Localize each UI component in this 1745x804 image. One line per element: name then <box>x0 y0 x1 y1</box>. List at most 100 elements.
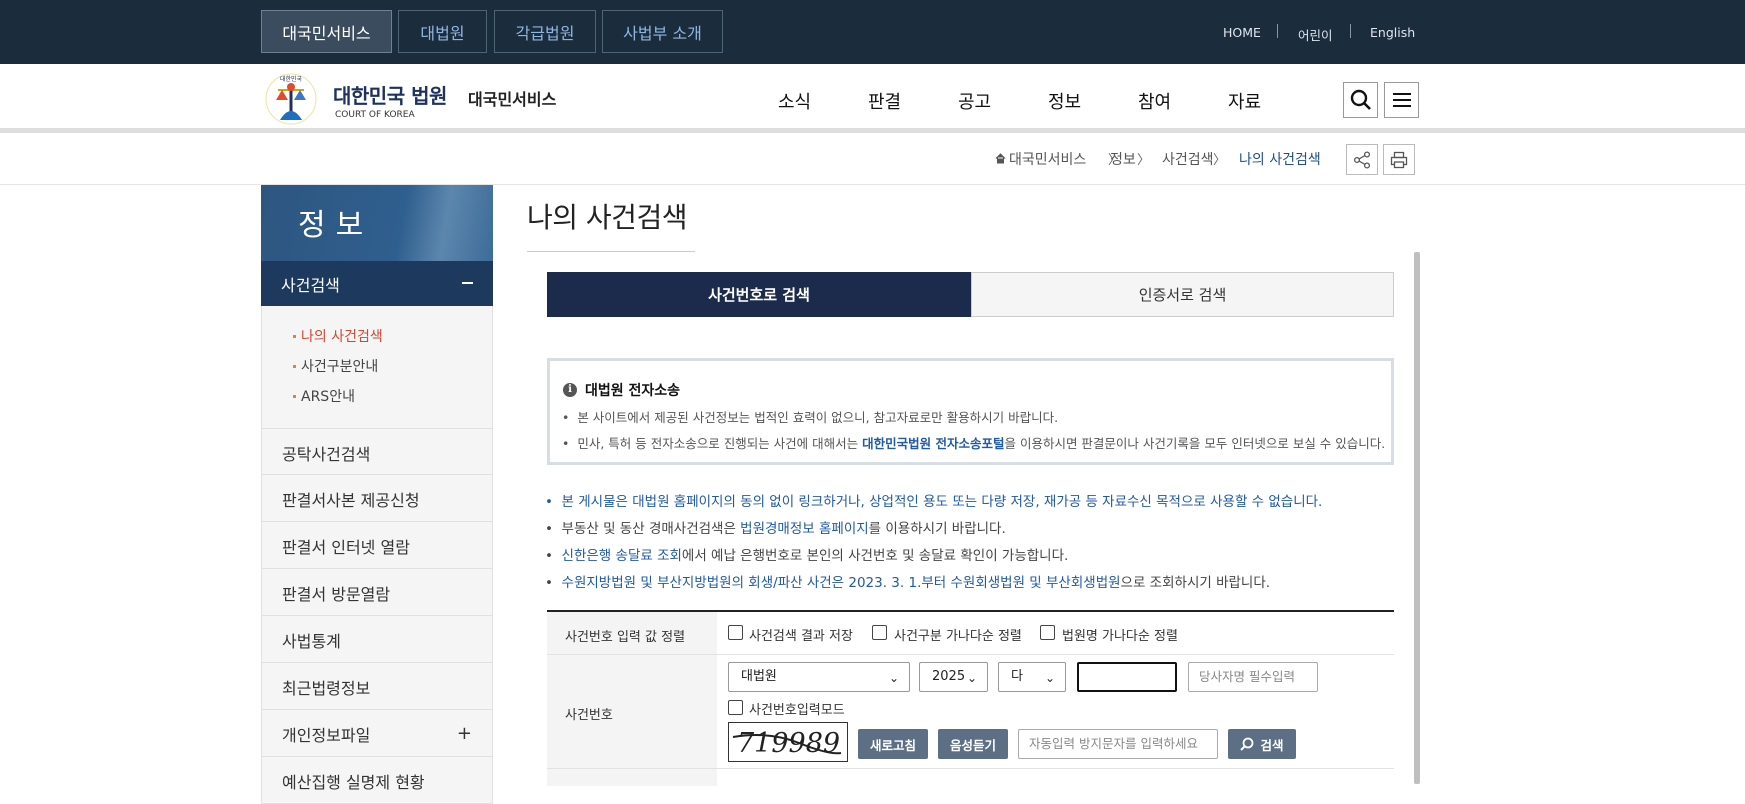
hamburger-icon <box>1392 93 1411 107</box>
lnb-item-privacy-files[interactable]: 개인정보파일 + <box>261 710 493 757</box>
lnb-sub-ars-guide[interactable]: ARS안내 <box>301 386 355 406</box>
lnb-item-label: 판결서사본 제공신청 <box>282 491 420 510</box>
info-line: • 신한은행 송달료 조회에서 예납 은행번호로 본인의 사건번호 및 송달료 … <box>545 548 1069 564</box>
captcha-input[interactable]: 자동입력 방지문자를 입력하세요 <box>1018 729 1218 759</box>
auction-site-link[interactable]: 법원경매정보 홈페이지 <box>740 521 869 537</box>
expand-icon[interactable]: + <box>457 723 472 744</box>
lnb-item-label: 판결서 인터넷 열람 <box>282 538 410 557</box>
lnb-item-judgment-copy[interactable]: 판결서사본 제공신청 <box>261 475 493 522</box>
tab-search-by-certificate[interactable]: 인증서로 검색 <box>971 272 1394 317</box>
breadcrumb-bar <box>0 138 1745 185</box>
input-mode-checkbox[interactable] <box>728 700 743 715</box>
search-submit-button[interactable]: 검색 <box>1228 729 1296 759</box>
notice-line: • 본 사이트에서 제공된 사건정보는 법적인 효력이 없으니, 참고자료로만 … <box>562 410 1059 425</box>
notice-line: • 민사, 특허 등 전자소송으로 진행되는 사건에 대해서는 대한민국법원 전… <box>562 436 1386 451</box>
page-title: 나의 사건검색 <box>527 201 687 234</box>
party-name-input[interactable]: 당사자명 필수입력 <box>1188 662 1318 692</box>
print-button[interactable] <box>1383 144 1415 175</box>
share-icon <box>1353 150 1371 169</box>
english-link[interactable]: English <box>1370 25 1415 40</box>
logo-subtitle[interactable]: 대국민서비스 <box>468 86 556 110</box>
audio-captcha-button[interactable]: 음성듣기 <box>938 729 1008 759</box>
share-button[interactable] <box>1346 144 1378 175</box>
lnb-item-judgment-visit[interactable]: 판결서 방문열람 <box>261 569 493 616</box>
lnb-item-deposit-search[interactable]: 공탁사건검색 <box>261 428 493 475</box>
refresh-captcha-button[interactable]: 새로고침 <box>858 729 928 759</box>
breadcrumb-case-search[interactable]: 사건검색 <box>1162 149 1214 169</box>
captcha-graphic: 719989 <box>732 728 842 759</box>
chevron-down-icon: ⌄ <box>966 671 977 685</box>
e-litigation-portal-link[interactable]: 대한민국법원 전자소송포털 <box>862 436 1004 451</box>
notice-box: i 대법원 전자소송 • 본 사이트에서 제공된 사건정보는 법적인 효력이 없… <box>547 358 1394 465</box>
info-text: 에서 예납 은행번호로 본인의 사건번호 및 송달료 확인이 가능합니다. <box>681 548 1069 564</box>
svg-text:대한민국: 대한민국 <box>280 75 303 83</box>
lnb-item-label: 개인정보파일 <box>282 726 371 745</box>
sort-label: 사건번호 입력 값 정렬 <box>565 630 686 645</box>
home-link[interactable]: HOME <box>1223 25 1261 40</box>
scrollbar[interactable] <box>1414 252 1420 784</box>
logo-title[interactable]: 대한민국 법원 <box>333 80 447 109</box>
info-text: 본 게시물은 대법원 홈페이지의 동의 없이 링크하거나, 상업적인 용도 또는… <box>561 494 1323 510</box>
case-type-select[interactable]: 다 ⌄ <box>998 662 1066 692</box>
case-number-label: 사건번호 <box>565 708 613 723</box>
bullet-icon <box>293 395 296 398</box>
gnb-participation[interactable]: 참여 <box>1138 88 1171 114</box>
lnb-item-label: 사건검색 <box>281 276 340 295</box>
search-button[interactable] <box>1343 82 1378 118</box>
lnb-item-budget[interactable]: 예산집행 실명제 현황 <box>261 757 493 804</box>
captcha-image: 719989 <box>728 722 848 762</box>
search-icon <box>1350 89 1371 110</box>
collapse-icon[interactable] <box>462 282 473 284</box>
court-emblem-icon[interactable]: 대한민국 <box>262 72 320 126</box>
lnb-item-label: 최근법령정보 <box>282 679 371 698</box>
year-select[interactable]: 2025 ⌄ <box>919 662 988 692</box>
top-tab-supreme-court[interactable]: 대법원 <box>398 10 487 53</box>
notice-text: 민사, 특허 등 전자소송으로 진행되는 사건에 대해서는 <box>577 436 863 451</box>
save-results-checkbox[interactable] <box>728 625 743 640</box>
info-text: 부동산 및 동산 경매사건검색은 <box>561 521 741 537</box>
notice-title: 대법원 전자소송 <box>585 383 681 399</box>
case-number-input[interactable] <box>1077 662 1177 692</box>
court-select[interactable]: 대법원 ⌄ <box>728 662 910 692</box>
year-select-value: 2025 <box>932 669 966 684</box>
gnb-news[interactable]: 소식 <box>778 88 811 114</box>
tab-search-by-case-number[interactable]: 사건번호로 검색 <box>547 272 971 317</box>
lnb-sub-my-case-search[interactable]: 나의 사건검색 <box>301 326 383 346</box>
gnb-notices[interactable]: 공고 <box>958 88 991 114</box>
info-text: 수원지방법원 및 부산지방법원의 회생/파산 사건은 2023. 3. 1.부터… <box>561 575 1121 591</box>
court-select-value: 대법원 <box>741 669 777 684</box>
info-icon: i <box>563 383 577 397</box>
breadcrumb-home[interactable]: 대국민서비스 <box>1009 149 1086 169</box>
menu-button[interactable] <box>1384 82 1419 118</box>
search-icon <box>1240 737 1254 751</box>
gnb-info[interactable]: 정보 <box>1048 88 1081 114</box>
bullet-icon <box>293 335 296 338</box>
kids-link[interactable]: 어린이 <box>1298 25 1333 44</box>
breadcrumb-separator: 〉 <box>1213 153 1227 168</box>
chevron-down-icon: ⌄ <box>888 671 899 685</box>
sort-court-name-label: 법원명 가나다순 정렬 <box>1062 629 1178 644</box>
breadcrumb-current: 나의 사건검색 <box>1239 152 1321 168</box>
print-icon <box>1390 151 1408 168</box>
notice-text: 을 이용하시면 판결문이나 사건기록을 모두 인터넷으로 보실 수 있습니다. <box>1004 436 1386 451</box>
sort-case-type-checkbox[interactable] <box>872 625 887 640</box>
lnb-title: 정보 <box>298 208 374 243</box>
lnb-sub-case-type-guide[interactable]: 사건구분안내 <box>301 356 378 376</box>
lnb-item-recent-laws[interactable]: 최근법령정보 <box>261 663 493 710</box>
lnb-item-judicial-stats[interactable]: 사법통계 <box>261 616 493 663</box>
top-separator <box>1277 24 1278 38</box>
gnb-judgments[interactable]: 판결 <box>868 88 901 114</box>
breadcrumb-info[interactable]: 정보 <box>1110 149 1136 169</box>
sort-court-name-checkbox[interactable] <box>1040 625 1055 640</box>
shinhan-fee-link[interactable]: 신한은행 송달료 조회 <box>562 548 682 564</box>
chevron-down-icon: ⌄ <box>1044 671 1055 685</box>
top-tab-courts[interactable]: 각급법원 <box>494 10 596 53</box>
gnb-resources[interactable]: 자료 <box>1228 88 1261 114</box>
top-tab-public-service[interactable]: 대국민서비스 <box>261 10 392 53</box>
case-type-select-value: 다 <box>1011 669 1023 684</box>
breadcrumb-separator: 〉 <box>1137 153 1151 168</box>
top-tab-judiciary-intro[interactable]: 사법부 소개 <box>602 10 723 53</box>
lnb-item-judgment-online[interactable]: 판결서 인터넷 열람 <box>261 522 493 569</box>
home-icon <box>995 153 1006 164</box>
info-line: • 부동산 및 동산 경매사건검색은 법원경매정보 홈페이지를 이용하시기 바랍… <box>545 521 1006 537</box>
